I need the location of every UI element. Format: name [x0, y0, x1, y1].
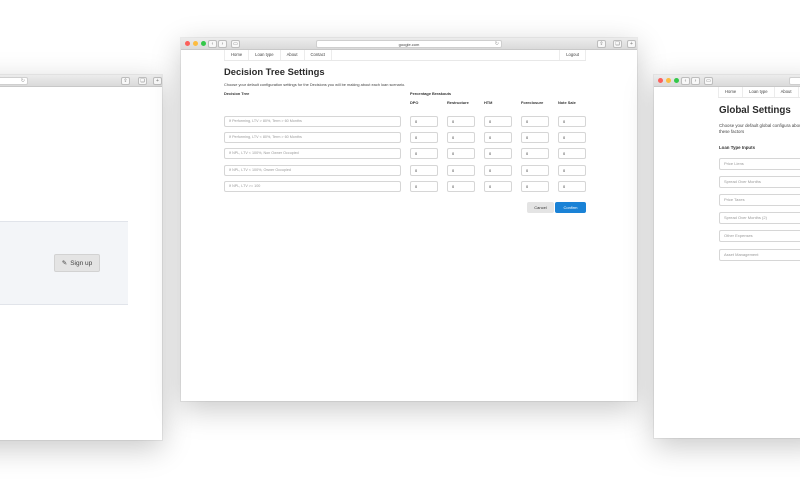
nav-loan-type[interactable]: Loan type: [743, 87, 775, 97]
left-browser-window: ↻ ⇧ ❏ + ✎ Sign up: [0, 75, 162, 440]
minimize-window-icon[interactable]: [666, 78, 671, 83]
htm-input[interactable]: 0: [484, 132, 512, 143]
url-text: google.com: [398, 42, 420, 47]
browser-toolbar: ‹ › ▭ google.com ↻ ⇧ ❏ +: [181, 38, 637, 50]
restructure-input[interactable]: 0: [447, 132, 475, 143]
share-icon[interactable]: ⇧: [121, 77, 130, 85]
main-browser-window: ‹ › ▭ google.com ↻ ⇧ ❏ + Home Loan type …: [181, 38, 637, 401]
price-liens-input[interactable]: Price Liens: [719, 158, 800, 170]
logout-link[interactable]: Logout: [559, 50, 586, 60]
top-nav: Home Loan type About: [718, 87, 800, 98]
dpo-input[interactable]: 0: [410, 165, 438, 176]
decision-tree-header: Decision Tree: [224, 91, 250, 96]
page-title: Decision Tree Settings: [224, 66, 325, 77]
foreclosure-input[interactable]: 0: [521, 132, 549, 143]
decision-tree-input[interactable]: If NPL, LTV < 100%, Non Owner Occupied: [224, 148, 401, 159]
minimize-window-icon[interactable]: [193, 41, 198, 46]
url-bar[interactable]: ↻: [0, 77, 28, 85]
url-bar[interactable]: google.com ↻: [316, 40, 502, 48]
restructure-input[interactable]: 0: [447, 148, 475, 159]
section-heading: Loan Type Inputs: [719, 145, 756, 150]
nav-home[interactable]: Home: [718, 87, 744, 97]
decision-tree-input[interactable]: If Performing, LTV > 80%, Term > 60 Mont…: [224, 116, 401, 127]
back-icon[interactable]: ‹: [208, 40, 217, 48]
decision-tree-input[interactable]: If NPL, LTV < 100%, Owner Occupied: [224, 165, 401, 176]
signup-panel: ✎ Sign up: [0, 221, 128, 305]
signup-button[interactable]: ✎ Sign up: [54, 254, 100, 272]
tabs-icon[interactable]: ❏: [138, 77, 147, 85]
sidebar-icon[interactable]: ▭: [704, 77, 713, 85]
column-header-foreclosure: Foreclosure: [521, 100, 544, 105]
sidebar-icon[interactable]: ▭: [231, 40, 240, 48]
htm-input[interactable]: 0: [484, 148, 512, 159]
nav-home[interactable]: Home: [224, 50, 250, 60]
foreclosure-input[interactable]: 0: [521, 148, 549, 159]
note-sale-input[interactable]: 0: [558, 148, 586, 159]
dpo-input[interactable]: 0: [410, 116, 438, 127]
restructure-input[interactable]: 0: [447, 165, 475, 176]
dpo-input[interactable]: 0: [410, 181, 438, 192]
asset-management-input[interactable]: Asset Management: [719, 249, 800, 261]
dpo-input[interactable]: 0: [410, 132, 438, 143]
close-window-icon[interactable]: [658, 78, 663, 83]
close-window-icon[interactable]: [185, 41, 190, 46]
nav-loan-type[interactable]: Loan type: [249, 50, 281, 60]
maximize-window-icon[interactable]: [674, 78, 679, 83]
price-taxes-input[interactable]: Price Taxes: [719, 194, 800, 206]
browser-toolbar: ‹ › ▭: [654, 75, 800, 87]
foreclosure-input[interactable]: 0: [521, 181, 549, 192]
spread-over-months-2-input[interactable]: Spread Over Months (2): [719, 212, 800, 224]
column-header-htm: HTM: [484, 100, 493, 105]
new-tab-icon[interactable]: +: [153, 77, 162, 85]
note-sale-input[interactable]: 0: [558, 116, 586, 127]
column-header-restructure: Restructure: [447, 100, 469, 105]
restructure-input[interactable]: 0: [447, 116, 475, 127]
right-browser-window: ‹ › ▭ Home Loan type About Global Settin…: [654, 75, 800, 438]
browser-toolbar: ↻ ⇧ ❏ +: [0, 75, 162, 87]
foreclosure-input[interactable]: 0: [521, 116, 549, 127]
tabs-icon[interactable]: ❏: [613, 40, 622, 48]
page-title: Global Settings: [719, 105, 791, 116]
nav-about[interactable]: About: [281, 50, 305, 60]
edit-icon: ✎: [61, 260, 68, 267]
note-sale-input[interactable]: 0: [558, 181, 586, 192]
new-tab-icon[interactable]: +: [627, 40, 636, 48]
maximize-window-icon[interactable]: [201, 41, 206, 46]
nav-about[interactable]: About: [775, 87, 799, 97]
spread-over-months-input[interactable]: Spread Over Months: [719, 176, 800, 188]
restructure-input[interactable]: 0: [447, 181, 475, 192]
decision-tree-input[interactable]: If NPL, LTV >= 100: [224, 181, 401, 192]
signup-label: Sign up: [70, 259, 93, 267]
note-sale-input[interactable]: 0: [558, 165, 586, 176]
other-expenses-input[interactable]: Other Expenses: [719, 230, 800, 242]
forward-icon[interactable]: ›: [691, 77, 700, 85]
page-subtitle: Choose your default configuration settin…: [224, 82, 406, 87]
dpo-input[interactable]: 0: [410, 148, 438, 159]
url-bar[interactable]: [789, 77, 800, 85]
nav-contact[interactable]: Contact: [305, 50, 332, 60]
percentage-breakouts-header: Percentage Breakouts: [410, 91, 452, 96]
decision-tree-input[interactable]: If Performing, LTV < 80%, Term > 60 Mont…: [224, 132, 401, 143]
forward-icon[interactable]: ›: [218, 40, 227, 48]
back-icon[interactable]: ‹: [681, 77, 690, 85]
htm-input[interactable]: 0: [484, 181, 512, 192]
foreclosure-input[interactable]: 0: [521, 165, 549, 176]
confirm-button[interactable]: Confirm: [555, 202, 586, 213]
reload-icon[interactable]: ↻: [21, 78, 25, 85]
cancel-button[interactable]: Cancel: [527, 202, 554, 213]
column-header-note-sale: Note Sale: [558, 100, 576, 105]
htm-input[interactable]: 0: [484, 165, 512, 176]
page-subtitle: Choose your default global configura abo…: [719, 123, 800, 134]
note-sale-input[interactable]: 0: [558, 132, 586, 143]
reload-icon[interactable]: ↻: [495, 41, 499, 48]
top-nav: Home Loan type About Contact Logout: [224, 50, 586, 61]
share-icon[interactable]: ⇧: [597, 40, 606, 48]
htm-input[interactable]: 0: [484, 116, 512, 127]
column-header-dpo: DPO: [410, 100, 419, 105]
